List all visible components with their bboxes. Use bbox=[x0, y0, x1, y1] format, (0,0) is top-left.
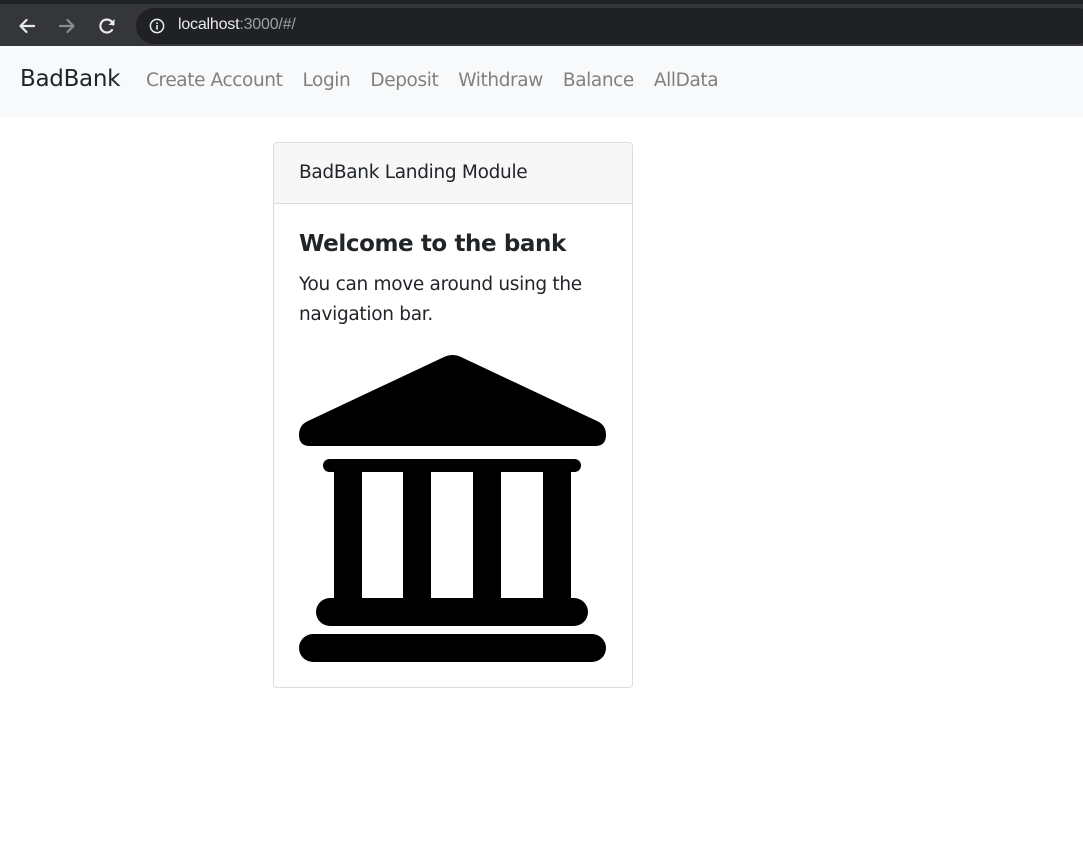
nav-link-create-account[interactable]: Create Account bbox=[146, 70, 283, 91]
nav-link-login[interactable]: Login bbox=[302, 70, 350, 91]
card-header: BadBank Landing Module bbox=[274, 143, 632, 204]
app-navbar: BadBank Create Account Login Deposit Wit… bbox=[0, 46, 1083, 117]
nav-link-alldata[interactable]: AllData bbox=[654, 70, 719, 91]
url-text: localhost:3000/#/ bbox=[178, 16, 296, 34]
card-title: Welcome to the bank bbox=[299, 231, 566, 257]
nav-link-withdraw[interactable]: Withdraw bbox=[458, 70, 543, 91]
nav-link-balance[interactable]: Balance bbox=[563, 70, 634, 91]
nav-link-deposit[interactable]: Deposit bbox=[370, 70, 438, 91]
address-bar[interactable]: localhost:3000/#/ bbox=[136, 8, 1083, 44]
back-button[interactable] bbox=[11, 10, 43, 42]
brand-link[interactable]: BadBank bbox=[20, 66, 120, 92]
card-body: Welcome to the bank You can move around … bbox=[274, 204, 632, 330]
card-text: You can move around using the navigation… bbox=[299, 274, 582, 325]
info-icon[interactable] bbox=[149, 18, 165, 34]
arrow-left-icon bbox=[19, 18, 36, 34]
bank-icon bbox=[299, 355, 606, 662]
browser-toolbar: localhost:3000/#/ bbox=[0, 0, 1083, 46]
landing-card: BadBank Landing Module Welcome to the ba… bbox=[273, 142, 633, 688]
url-path: :3000/#/ bbox=[239, 16, 296, 33]
arrow-right-icon bbox=[58, 18, 75, 34]
forward-button[interactable] bbox=[51, 10, 83, 42]
url-host: localhost bbox=[178, 16, 240, 33]
reload-icon bbox=[99, 18, 115, 34]
nav-links: Create Account Login Deposit Withdraw Ba… bbox=[146, 70, 738, 91]
reload-button[interactable] bbox=[91, 10, 123, 42]
